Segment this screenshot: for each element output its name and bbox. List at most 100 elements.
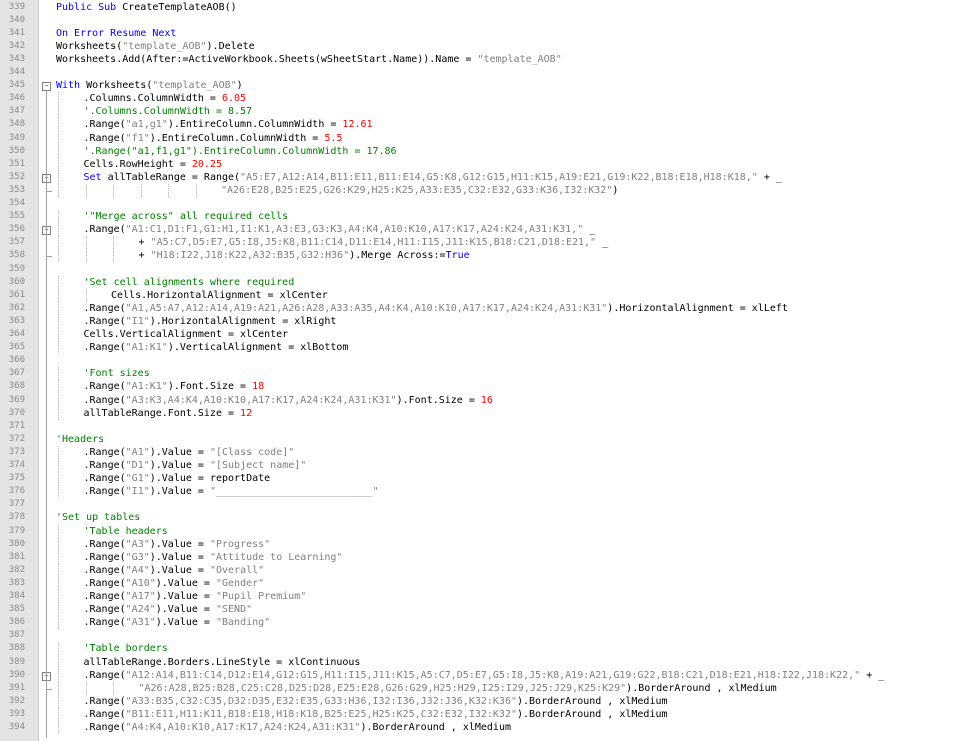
string-token: "Gender" [215,577,265,589]
code-line[interactable]: 345 − With Worksheets("template_AOB") [0,79,970,92]
code-line[interactable]: 340 [0,14,970,27]
code-area[interactable]: 339 Public Sub CreateTemplateAOB() 340 341 O… [0,0,970,741]
code-line[interactable]: 394 .Range("A4:K4,A10:K10,A17:K17,A24:K24… [0,721,970,735]
code-line[interactable]: 349 .Range("f1").EntireColumn.ColumnWidth… [0,131,970,145]
code-line[interactable]: 383 .Range("A10").Value = "Gender" [0,576,970,590]
fold-toggle-icon[interactable]: − [42,82,51,92]
code-line[interactable]: 374 .Range("D1").Value = "[Subject name]" [0,459,970,473]
line-number: 366 [8,355,25,366]
code-token: .Range( [83,617,126,629]
code-line[interactable]: 348 .Range("a1,g1").EntireColumn.ColumnWi… [0,118,970,132]
string-token: "a1,g1" [125,119,168,131]
code-line[interactable]: 353 "A26:E28,B25:E25,G26:K29,H25:K25,A33:… [0,183,970,197]
code-line[interactable]: 344 [0,66,970,79]
code-line[interactable]: 370 allTableRange.Font.Size = 12 [0,406,970,420]
code-token: .Range( [83,486,126,498]
code-line[interactable]: 359 [0,263,970,276]
code-line[interactable]: 384 .Range("A17").Value = "Pupil Premium" [0,590,970,604]
code-line[interactable]: 363 .Range("I1").HorizontalAlignment = xl… [0,314,970,328]
code-line[interactable]: 367 'Font sizes [0,367,970,381]
code-line[interactable]: 347 '.Columns.ColumnWidth = 8.57 [0,105,970,119]
code-line[interactable]: 369 .Range("A3:K3,A4:K4,A10:K10,A17:K17,A… [0,393,970,407]
code-line[interactable]: 377 [0,498,970,511]
code-line[interactable]: 351 Cells.RowHeight = 20.25 [0,157,970,171]
code-token: ).Value = [155,617,216,629]
code-line[interactable]: 368 .Range("A1:K1").Font.Size = 18 [0,380,970,394]
code-line[interactable]: 342 Worksheets("template_AOB").Delete [0,40,970,53]
number-token: 6.05 [221,93,247,105]
code-line[interactable]: 365 .Range("A1:K1").VerticalAlignment = x… [0,341,970,355]
indent-guide [58,341,59,355]
string-token: "A24" [125,604,156,616]
fold-end-marker [46,190,52,192]
code-line[interactable]: 375 .Range("G1").Value = reportDate [0,472,970,486]
line-number: 393 [8,708,25,719]
indent-guide [85,236,87,250]
code-line[interactable]: 352−Set allTableRange = Range("A5:E7,A12… [0,170,970,184]
code-line[interactable]: 385 .Range("A24").Value = "SEND" [0,603,970,617]
code-editor[interactable]: 339 Public Sub CreateTemplateAOB() 340 341 O… [0,0,970,741]
line-number: 346 [8,93,25,104]
indent-guide [113,236,114,250]
code-token: .Range( [83,315,126,327]
keyword-token: On Error Resume Next [56,27,177,39]
code-line[interactable]: 376 .Range("I1").Value = "_______________… [0,485,970,499]
code-token: ).Value = [155,577,216,589]
code-line[interactable]: 355 '"Merge across" all required cells [0,210,970,224]
code-line[interactable]: 341 On Error Resume Next [0,27,970,40]
code-token: .Range( [83,551,126,563]
code-line[interactable]: 360 'Set cell alignments where required [0,275,970,289]
code-line[interactable]: 387 [0,629,970,642]
code-token: Worksheets.Add(After:=ActiveWorkbook.She… [56,53,478,65]
code-line[interactable]: 361 Cells.HorizontalAlignment = xlCenter [0,288,970,302]
code-line[interactable]: 393 .Range("B11:E11,H11:K11,B18:E18,H18:K… [0,707,970,721]
line-number: 359 [8,263,25,274]
code-line[interactable]: 389 allTableRange.Borders.LineStyle = xlC… [0,655,970,669]
line-number: 368 [8,381,25,392]
code-line[interactable]: 390−.Range("A12:A14,B11:C14,D12:E14,G12:… [0,668,970,682]
code-line[interactable]: 372 'Headers [0,433,970,446]
code-line[interactable]: 386 .Range("A31").Value = "Banding" [0,616,970,630]
code-line[interactable]: 358 + "H18:I22,J18:K22,A32:B35,G32:H36").… [0,249,970,263]
fold-range-line [46,182,47,191]
code-line[interactable]: 371 [0,420,970,433]
code-line[interactable]: 391 "A26:A28,B25:B28,C25:C28,D25:D28,E25:… [0,681,970,695]
code-line[interactable]: 346 .Columns.ColumnWidth = 6.05 [0,92,970,106]
code-line[interactable]: 364 Cells.VerticalAlignment = xlCenter [0,328,970,342]
code-line[interactable]: 366 [0,354,970,367]
code-text: .Range("A4:K4,A10:K10,A17:K17,A24:K24,A3… [84,721,511,734]
line-number: 358 [8,250,25,261]
code-line[interactable]: 356−.Range("A1:C1,D1:F1,G1:H1,I1:K1,A3:E… [0,223,970,237]
code-line[interactable]: 339 Public Sub CreateTemplateAOB() [0,1,970,14]
indent-guide [58,406,59,420]
string-token: "A1" [125,446,150,458]
indent-guide [85,288,87,302]
indent-guide [195,183,197,197]
code-line[interactable]: 362 .Range("A1,A5:A7,A12:A14,A19:A21,A26:… [0,301,970,315]
string-token: "A12:A14,B11:C14,D12:E14,G12:G15,H11:I15… [125,669,861,681]
code-token: ).Value = [149,486,210,498]
code-line[interactable]: 382 .Range("A4").Value = "Overall" [0,563,970,577]
code-line[interactable]: 343 Worksheets.Add(After:=ActiveWorkbook.… [0,53,970,66]
code-line[interactable]: 388 'Table borders [0,642,970,656]
indent-guide [113,681,114,695]
code-token: .Range( [83,604,126,616]
indent-guide [58,144,59,158]
string-token: "SEND" [215,604,253,616]
code-line[interactable]: 381 .Range("G3").Value = "Attitude to Lea… [0,550,970,564]
code-token: .Range( [83,460,126,471]
indent-guide [85,681,87,695]
code-line[interactable]: 354 [0,197,970,210]
code-line[interactable]: 379 'Table headers [0,524,970,538]
line-number: 381 [8,551,25,562]
code-text: 'Set cell alignments where required [84,276,295,289]
fold-end-marker [46,688,52,690]
code-line[interactable]: 357 + "A5:C7,D5:E7,G5:I8,J5:K8,B11:C14,D1… [0,236,970,250]
code-line[interactable]: 380 .Range("A3").Value = "Progress" [0,537,970,551]
code-line[interactable]: 378 'Set up tables [0,511,970,524]
code-token: + [138,250,151,262]
code-line[interactable]: 350 '.Range("a1,f1,g1").EntireColumn.Colu… [0,144,970,158]
code-line[interactable]: 373 .Range("A1").Value = "[Class code]" [0,445,970,459]
line-number: 348 [8,119,25,130]
code-line[interactable]: 392 .Range("A33:B35,C32:C35,D32:D35,E32:E… [0,694,970,708]
